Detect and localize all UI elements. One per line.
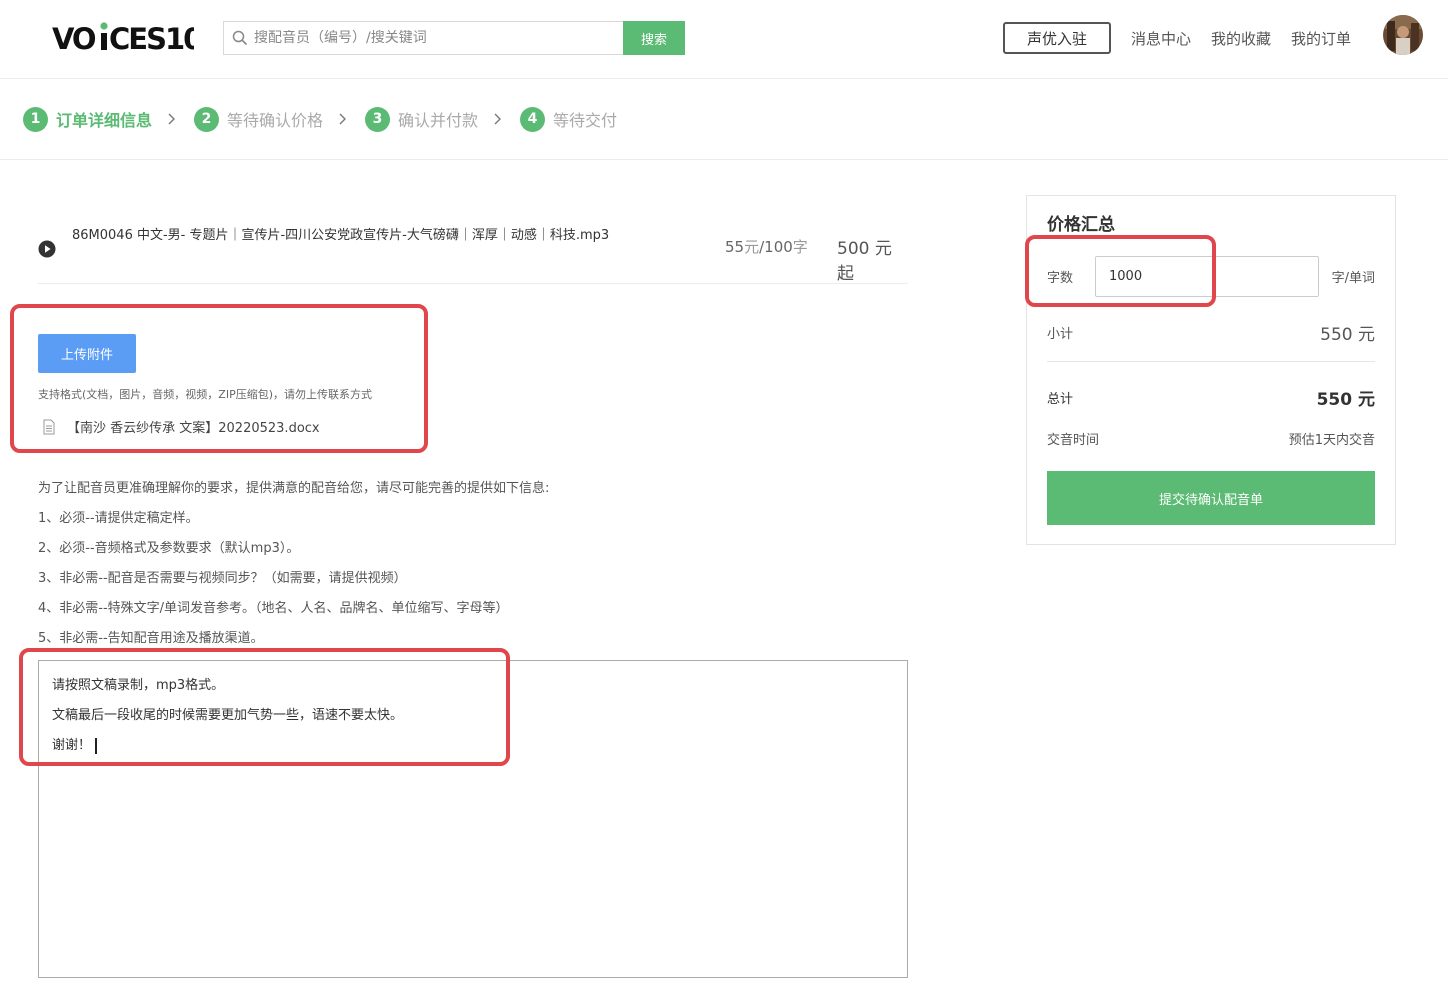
logo-image: VO CES100 xyxy=(52,22,194,55)
text-caret xyxy=(95,737,97,754)
site-logo[interactable]: VO CES100 xyxy=(52,20,194,56)
upload-hint: 支持格式(文档，图片，音频，视频，ZIP压缩包)，请勿上传联系方式 xyxy=(38,388,372,401)
attachment-upload-area: 上传附件 支持格式(文档，图片，音频，视频，ZIP压缩包)，请勿上传联系方式 【… xyxy=(38,334,418,436)
nav-favorites[interactable]: 我的收藏 xyxy=(1211,28,1271,49)
instructions-intro: 为了让配音员更准确理解你的要求，提供满意的配音给您，请尽可能完善的提供如下信息: xyxy=(38,481,550,496)
search-input[interactable] xyxy=(248,30,623,46)
order-steps: 1 订单详细信息 2 等待确认价格 3 确认并付款 4 等待交付 xyxy=(0,79,1448,160)
document-icon xyxy=(43,419,55,434)
word-count-unit: 字/单词 xyxy=(1331,271,1375,286)
nav-orders[interactable]: 我的订单 xyxy=(1291,28,1351,49)
chevron-right-icon xyxy=(339,113,347,125)
voice-actor-join-button[interactable]: 声优入驻 xyxy=(1003,22,1111,54)
header-nav: 声优入驻 消息中心 我的收藏 我的订单 xyxy=(1003,22,1351,54)
total-row: 总计 550 元 xyxy=(1047,385,1375,410)
user-avatar[interactable] xyxy=(1383,15,1423,55)
search-icon xyxy=(232,30,248,46)
search-field[interactable] xyxy=(223,21,623,55)
instruction-item: 1、必须--请提供定稿定样。 xyxy=(38,511,199,526)
price-summary-title: 价格汇总 xyxy=(1047,215,1115,235)
step-number: 1 xyxy=(23,106,48,132)
step-label: 确认并付款 xyxy=(398,111,479,130)
notes-line-last: 谢谢！ xyxy=(52,731,894,761)
avatar-image xyxy=(1383,15,1423,55)
submit-order-button[interactable]: 提交待确认配音单 xyxy=(1047,471,1375,525)
voice-item-row: 86M0046 中文-男- 专题片｜宣传片-四川公安党政宣传片-大气磅礴｜浑厚｜… xyxy=(38,224,908,284)
delivery-label: 交音时间 xyxy=(1047,433,1100,448)
price-summary-card: 价格汇总 字数 字/单词 小计 550 元 总计 550 元 交音时间 预估1天… xyxy=(1026,195,1396,545)
voice-base-price: 500 元起 xyxy=(837,239,892,284)
requirements-instructions: 为了让配音员更准确理解你的要求，提供满意的配音给您，请尽可能完善的提供如下信息:… xyxy=(38,474,549,654)
step-order-details: 1 订单详细信息 xyxy=(23,106,153,132)
step-label: 等待确认价格 xyxy=(227,111,324,130)
voice-rate: 55元/100字 xyxy=(725,236,808,257)
requirements-textarea[interactable]: 请按照文稿录制，mp3格式。 文稿最后一段收尾的时候需要更加气势一些，语速不要太… xyxy=(38,660,908,978)
step-label: 订单详细信息 xyxy=(56,111,153,130)
subtotal-label: 小计 xyxy=(1047,327,1074,342)
svg-text:CES100: CES100 xyxy=(109,22,194,55)
step-confirm-price: 2 等待确认价格 xyxy=(194,106,324,132)
rate-unit: 元 xyxy=(744,238,760,256)
delivery-value: 预估1天内交音 xyxy=(1288,433,1375,448)
uploaded-file-name: 【南沙 香云纱传承 文案】20220523.docx xyxy=(67,421,320,436)
nav-messages[interactable]: 消息中心 xyxy=(1131,28,1191,49)
step-number: 2 xyxy=(194,106,220,132)
instruction-item: 3、非必需--配音是否需要与视频同步？（如需要，请提供视频） xyxy=(38,571,407,586)
notes-line: 文稿最后一段收尾的时候需要更加气势一些，语速不要太快。 xyxy=(52,708,404,723)
search-button[interactable]: 搜索 xyxy=(623,21,685,55)
step-number: 4 xyxy=(520,106,546,132)
step-await-delivery: 4 等待交付 xyxy=(520,106,618,132)
notes-line: 谢谢！ xyxy=(52,738,92,753)
word-count-label: 字数 xyxy=(1047,271,1074,286)
rate-words: /100 xyxy=(759,238,793,256)
step-label: 等待交付 xyxy=(553,111,618,130)
instruction-item: 4、非必需--特殊文字/单词发音参考。（地名、人名、品牌名、单位缩写、字母等） xyxy=(38,601,509,616)
search-bar: 搜索 xyxy=(223,21,685,55)
subtotal-value: 550 元 xyxy=(1320,325,1375,345)
divider xyxy=(1047,361,1375,362)
chevron-right-icon xyxy=(494,113,502,125)
rate-value: 55 xyxy=(725,238,745,256)
instruction-item: 2、必须--音频格式及参数要求（默认mp3）。 xyxy=(38,541,300,556)
svg-text:VO: VO xyxy=(52,22,96,55)
play-icon[interactable] xyxy=(38,240,56,258)
instruction-item: 5、非必需--告知配音用途及播放渠道。 xyxy=(38,631,264,646)
uploaded-file[interactable]: 【南沙 香云纱传承 文案】20220523.docx xyxy=(38,417,418,436)
step-number: 3 xyxy=(365,106,391,132)
total-value: 550 元 xyxy=(1316,390,1375,410)
rate-unit: 字 xyxy=(792,238,808,256)
delivery-row: 交音时间 预估1天内交音 xyxy=(1047,429,1375,448)
upload-attachment-button[interactable]: 上传附件 xyxy=(38,334,136,373)
total-label: 总计 xyxy=(1047,392,1074,407)
voice-title[interactable]: 86M0046 中文-男- 专题片｜宣传片-四川公安党政宣传片-大气磅礴｜浑厚｜… xyxy=(72,224,612,248)
word-count-input[interactable] xyxy=(1095,256,1319,297)
step-confirm-pay: 3 确认并付款 xyxy=(365,106,479,132)
subtotal-row: 小计 550 元 xyxy=(1047,320,1375,345)
chevron-right-icon xyxy=(168,113,176,125)
top-header: VO CES100 搜索 声优入驻 消息中心 我的收藏 我的订单 xyxy=(0,0,1448,79)
notes-line: 请按照文稿录制，mp3格式。 xyxy=(52,678,225,693)
